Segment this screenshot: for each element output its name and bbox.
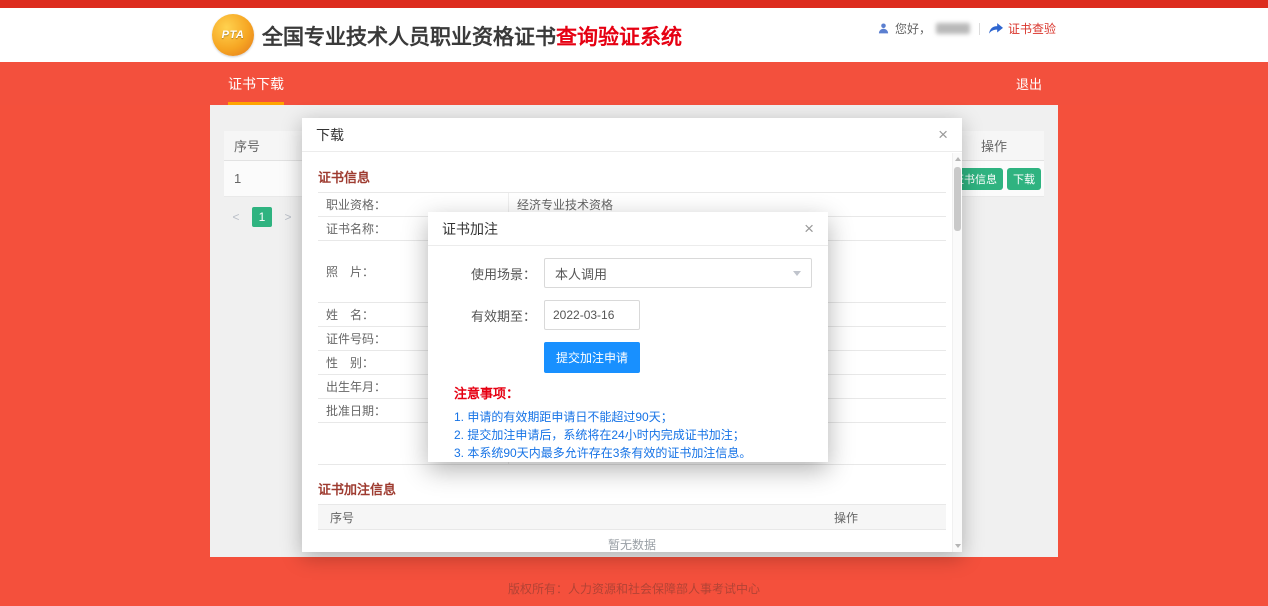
ann-col-header-index: 序号 — [318, 509, 408, 526]
page-title-accent: 查询验证系统 — [556, 26, 682, 49]
annotation-table: 序号 操作 暂无数据 — [318, 504, 946, 552]
scene-select[interactable]: 本人调用 — [544, 258, 812, 288]
annotation-empty-state: 暂无数据 — [318, 530, 946, 552]
submit-annotation-button[interactable]: 提交加注申请 — [544, 342, 640, 373]
notice-line-2: 2. 提交加注申请后，系统将在24小时内完成证书加注； — [444, 426, 812, 444]
cert-verify-link[interactable]: 证书查验 — [1008, 20, 1056, 37]
annotation-modal-title: 证书加注 — [442, 219, 498, 239]
notice-line-3: 3. 本系统90天内最多允许存在3条有效的证书加注信息。 — [444, 444, 812, 462]
row-index-cell: 1 — [224, 171, 294, 186]
notice-title: 注意事项： — [444, 383, 812, 402]
scrollbar-thumb[interactable] — [954, 167, 961, 231]
logout-button[interactable]: 退出 — [1016, 62, 1042, 105]
annotation-modal-body: 使用场景： 本人调用 有效期至： 提交加注申请 注意事项： 1. 申请的有效期距… — [428, 246, 828, 462]
col-header-index: 序号 — [224, 136, 294, 155]
annotation-modal-header: 证书加注 × — [428, 212, 828, 246]
row-download-button[interactable]: 下载 — [1007, 168, 1041, 190]
scene-form-row: 使用场景： 本人调用 — [444, 258, 812, 288]
scrollbar-down-icon[interactable] — [955, 544, 961, 548]
logout-label: 退出 — [1016, 74, 1042, 93]
share-arrow-icon — [989, 23, 1003, 35]
divider — [979, 23, 980, 35]
footer: 版权所有：人力资源和社会保障部人事考试中心 — [0, 570, 1268, 606]
expiry-date-input[interactable] — [544, 300, 640, 330]
ann-col-header-action: 操作 — [786, 509, 906, 526]
expiry-label: 有效期至： — [444, 306, 536, 325]
tab-cert-download[interactable]: 证书下载 — [228, 62, 284, 105]
header: PTA 全国专业技术人员职业资格证书查询验证系统 您好， 证书查验 — [0, 8, 1268, 62]
user-icon — [877, 22, 890, 35]
copyright-text: 版权所有：人力资源和社会保障部人事考试中心 — [508, 580, 760, 597]
annotation-modal-close-icon[interactable]: × — [804, 220, 814, 237]
page-title-main: 全国专业技术人员职业资格证书 — [262, 26, 556, 49]
expiry-form-row: 有效期至： — [444, 300, 812, 330]
modal-scrollbar[interactable] — [952, 153, 962, 552]
pta-logo-icon: PTA — [212, 14, 254, 56]
section-annotation-title: 证书加注信息 — [318, 479, 946, 498]
navbar: 证书下载 退出 — [0, 62, 1268, 105]
pagination-next-icon[interactable]: > — [278, 207, 298, 227]
masked-username — [936, 23, 970, 34]
annotation-table-header: 序号 操作 — [318, 504, 946, 530]
user-area: 您好， 证书查验 — [877, 20, 1056, 37]
scene-label: 使用场景： — [444, 264, 536, 283]
page-title: 全国专业技术人员职业资格证书查询验证系统 — [262, 21, 682, 51]
download-modal-header: 下载 × — [302, 118, 962, 152]
section-cert-info-title: 证书信息 — [318, 167, 946, 186]
download-modal-close-icon[interactable]: × — [938, 126, 948, 143]
scrollbar-up-icon[interactable] — [955, 157, 961, 161]
chevron-down-icon — [793, 271, 801, 276]
annotation-modal: 证书加注 × 使用场景： 本人调用 有效期至： 提交加注申请 注意事项： 1. … — [428, 212, 828, 462]
tab-cert-download-label: 证书下载 — [228, 74, 284, 94]
pagination-page-1[interactable]: 1 — [252, 207, 272, 227]
pagination-prev-icon[interactable]: < — [226, 207, 246, 227]
notice-line-1: 1. 申请的有效期距申请日不能超过90天； — [444, 408, 812, 426]
download-modal-title: 下载 — [316, 125, 344, 145]
submit-row: 提交加注申请 — [444, 342, 812, 373]
scene-select-value: 本人调用 — [555, 264, 607, 283]
greeting-text: 您好， — [895, 20, 931, 37]
top-accent-strip — [0, 0, 1268, 8]
pta-logo-text: PTA — [222, 29, 245, 41]
